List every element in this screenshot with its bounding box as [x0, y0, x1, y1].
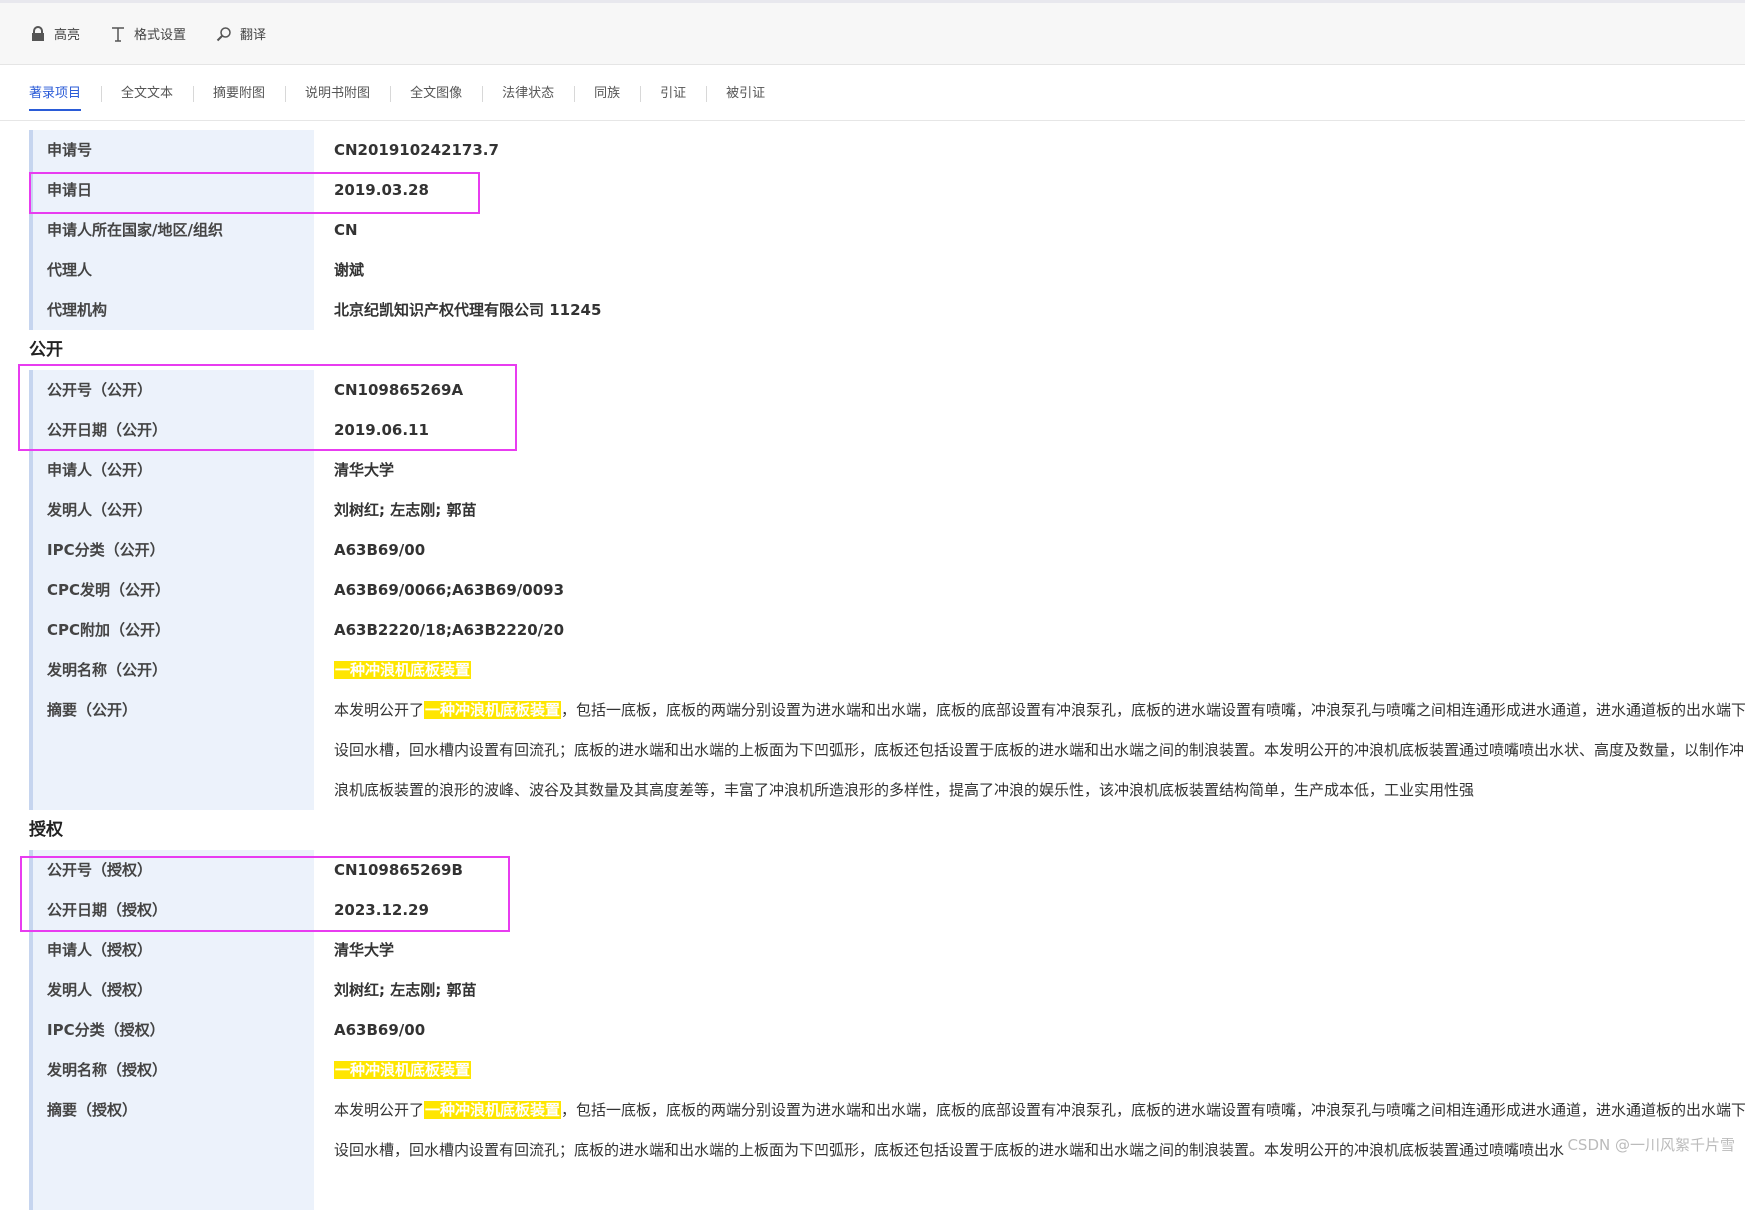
field-value: 2019.03.28	[334, 181, 429, 199]
field-row: 申请日 2019.03.28	[0, 170, 1745, 210]
field-label: CPC附加（公开）	[29, 610, 314, 650]
watermark-text: CSDN @一川风絮千片雪	[1567, 1136, 1735, 1154]
field-label: 申请人（授权）	[29, 930, 314, 970]
field-label: 代理机构	[29, 290, 314, 330]
field-row: 申请人（公开） 清华大学	[0, 450, 1745, 490]
tab-family[interactable]: 同族	[574, 66, 640, 121]
tab-cited-by[interactable]: 被引证	[706, 66, 785, 121]
field-value: CN	[334, 221, 358, 239]
toolbar: 高亮 格式设置 翻译	[0, 3, 1745, 65]
text-format-icon	[108, 24, 128, 44]
field-label: CPC发明（公开）	[29, 570, 314, 610]
field-value: 北京纪凯知识产权代理有限公司 11245	[334, 301, 602, 319]
field-row: IPC分类（公开） A63B69/00	[0, 530, 1745, 570]
tab-abstract-figure[interactable]: 摘要附图	[193, 66, 285, 121]
field-value: CN109865269A	[334, 381, 464, 399]
field-row: IPC分类（授权） A63B69/00	[0, 1010, 1745, 1050]
format-settings-button[interactable]: 格式设置	[108, 24, 186, 44]
field-row: 公开号（公开） CN109865269A	[0, 370, 1745, 410]
highlighted-title: 一种冲浪机底板装置	[334, 1061, 472, 1079]
field-label: 公开号（授权）	[29, 850, 314, 890]
abstract-highlight: 一种冲浪机底板装置	[424, 701, 562, 719]
field-row-abstract: 摘要（公开） 本发明公开了一种冲浪机底板装置，包括一底板，底板的两端分别设置为进…	[0, 690, 1745, 810]
field-value: CN109865269B	[334, 861, 463, 879]
abstract-prefix: 本发明公开了	[334, 1101, 425, 1119]
section-title-grant: 授权	[29, 820, 63, 840]
field-row: 申请人所在国家/地区/组织 CN	[0, 210, 1745, 250]
field-label: 申请人所在国家/地区/组织	[29, 210, 314, 250]
translate-label: 翻译	[240, 28, 267, 43]
field-value: 2023.12.29	[334, 901, 429, 919]
field-value: 刘树红; 左志刚; 郭苗	[334, 501, 477, 519]
tab-bibliographic[interactable]: 著录项目	[29, 66, 101, 121]
field-label: 摘要（公开）	[29, 690, 314, 810]
highlighted-title: 一种冲浪机底板装置	[334, 661, 472, 679]
tab-bar: 著录项目 全文文本 摘要附图 说明书附图 全文图像 法律状态 同族 引证 被引证	[0, 66, 1745, 121]
tab-legal-status[interactable]: 法律状态	[482, 66, 574, 121]
abstract-highlight: 一种冲浪机底板装置	[424, 1101, 562, 1119]
field-label: 摘要（授权）	[29, 1090, 314, 1210]
field-label: 公开日期（公开）	[29, 410, 314, 450]
abstract-text: 本发明公开了一种冲浪机底板装置，包括一底板，底板的两端分别设置为进水端和出水端，…	[334, 1090, 1745, 1210]
field-row: CPC附加（公开） A63B2220/18;A63B2220/20	[0, 610, 1745, 650]
field-row: 公开日期（授权） 2023.12.29	[0, 890, 1745, 930]
field-label: IPC分类（公开）	[29, 530, 314, 570]
field-value: 清华大学	[334, 941, 395, 959]
field-value: 谢斌	[334, 261, 365, 279]
field-value: CN201910242173.7	[334, 141, 499, 159]
field-label: 发明人（授权）	[29, 970, 314, 1010]
field-row: CPC发明（公开） A63B69/0066;A63B69/0093	[0, 570, 1745, 610]
field-value: 清华大学	[334, 461, 395, 479]
bibliographic-content: 申请号 CN201910242173.7 申请日 2019.03.28 申请人所…	[0, 130, 1745, 1210]
tab-description-figures[interactable]: 说明书附图	[285, 66, 390, 121]
field-row: 公开日期（公开） 2019.06.11	[0, 410, 1745, 450]
field-label: 发明名称（授权）	[29, 1050, 314, 1090]
highlight-label: 高亮	[54, 28, 81, 43]
search-translate-icon	[214, 24, 234, 44]
field-label: IPC分类（授权）	[29, 1010, 314, 1050]
tab-full-text[interactable]: 全文文本	[101, 66, 193, 121]
translate-button[interactable]: 翻译	[214, 24, 266, 44]
field-row: 申请号 CN201910242173.7	[0, 130, 1745, 170]
tab-full-image[interactable]: 全文图像	[390, 66, 482, 121]
field-label: 代理人	[29, 250, 314, 290]
field-label: 公开号（公开）	[29, 370, 314, 410]
field-row: 发明人（授权） 刘树红; 左志刚; 郭苗	[0, 970, 1745, 1010]
field-value: 一种冲浪机底板装置	[334, 650, 472, 690]
format-label: 格式设置	[134, 28, 187, 43]
tab-citations[interactable]: 引证	[640, 66, 706, 121]
field-row: 发明名称（公开） 一种冲浪机底板装置	[0, 650, 1745, 690]
field-value: A63B2220/18;A63B2220/20	[334, 621, 565, 639]
field-label: 申请号	[29, 130, 314, 170]
field-label: 申请人（公开）	[29, 450, 314, 490]
field-value: 2019.06.11	[334, 421, 429, 439]
field-label: 发明人（公开）	[29, 490, 314, 530]
field-row: 代理机构 北京纪凯知识产权代理有限公司 11245	[0, 290, 1745, 330]
section-title-publication: 公开	[29, 340, 63, 360]
field-row: 公开号（授权） CN109865269B	[0, 850, 1745, 890]
field-value: 一种冲浪机底板装置	[334, 1050, 472, 1090]
field-row: 发明名称（授权） 一种冲浪机底板装置	[0, 1050, 1745, 1090]
field-label: 申请日	[29, 170, 314, 210]
field-label: 发明名称（公开）	[29, 650, 314, 690]
field-value: 刘树红; 左志刚; 郭苗	[334, 981, 477, 999]
field-value: A63B69/0066;A63B69/0093	[334, 581, 565, 599]
abstract-text: 本发明公开了一种冲浪机底板装置，包括一底板，底板的两端分别设置为进水端和出水端，…	[334, 690, 1745, 810]
field-value: A63B69/00	[334, 1021, 426, 1039]
field-label: 公开日期（授权）	[29, 890, 314, 930]
field-row: 发明人（公开） 刘树红; 左志刚; 郭苗	[0, 490, 1745, 530]
field-row-abstract: 摘要（授权） 本发明公开了一种冲浪机底板装置，包括一底板，底板的两端分别设置为进…	[0, 1090, 1745, 1210]
abstract-prefix: 本发明公开了	[334, 701, 425, 719]
field-value: A63B69/00	[334, 541, 426, 559]
field-row: 申请人（授权） 清华大学	[0, 930, 1745, 970]
lock-icon	[28, 24, 48, 44]
highlight-button[interactable]: 高亮	[28, 24, 80, 44]
field-row: 代理人 谢斌	[0, 250, 1745, 290]
